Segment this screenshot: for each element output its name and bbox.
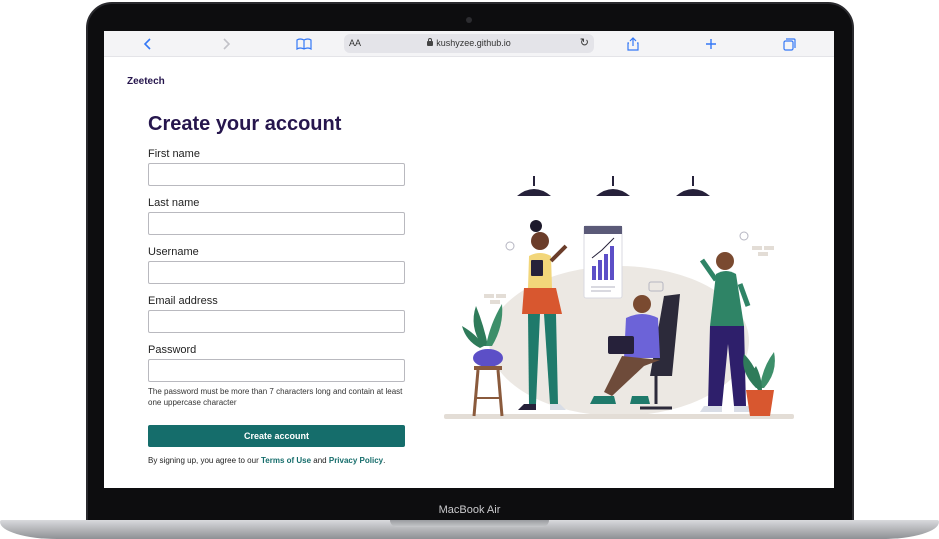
password-hint: The password must be more than 7 charact…: [148, 387, 403, 407]
plant-left-icon: [462, 304, 504, 417]
signup-form: Create your account First name Last name…: [148, 113, 405, 467]
new-tab-plus-icon[interactable]: [702, 35, 720, 53]
browser-toolbar: AA kushyzee.github.io ↻: [104, 31, 834, 57]
brand-logo[interactable]: Zeetech: [127, 76, 165, 87]
chart-card-icon: [583, 225, 623, 299]
password-label: Password: [148, 344, 197, 356]
forward-icon[interactable]: [217, 35, 235, 53]
laptop-frame: MacBook Air AA kushyzee.github.io ↻ Zeet…: [0, 0, 939, 539]
terms-prefix: By signing up, you agree to our: [148, 456, 261, 465]
last-name-input[interactable]: [148, 212, 405, 235]
laptop-notch: [390, 520, 549, 527]
address-bar[interactable]: AA kushyzee.github.io ↻: [344, 34, 594, 53]
create-account-button[interactable]: Create account: [148, 425, 405, 447]
book-icon[interactable]: [295, 35, 313, 53]
back-icon[interactable]: [139, 35, 157, 53]
first-name-label: First name: [148, 148, 200, 160]
camera-icon: [466, 17, 472, 23]
terms-and: and: [311, 456, 329, 465]
first-name-input[interactable]: [148, 163, 405, 186]
email-input[interactable]: [148, 310, 405, 333]
email-label: Email address: [148, 295, 218, 307]
terms-text: By signing up, you agree to our Terms of…: [148, 455, 405, 467]
tabs-icon[interactable]: [780, 35, 798, 53]
reload-icon[interactable]: ↻: [580, 36, 589, 49]
privacy-policy-link[interactable]: Privacy Policy: [329, 456, 383, 465]
page-title: Create your account: [148, 113, 342, 135]
lock-icon: [427, 38, 434, 46]
username-input[interactable]: [148, 261, 405, 284]
password-input[interactable]: [148, 359, 405, 382]
last-name-label: Last name: [148, 197, 200, 209]
share-icon[interactable]: [624, 35, 642, 53]
terms-suffix: .: [383, 456, 386, 465]
ceiling-lamp-icon: [517, 176, 710, 196]
team-illustration: [444, 176, 794, 419]
username-label: Username: [148, 246, 199, 258]
screen: AA kushyzee.github.io ↻ Zeetech Create y…: [104, 31, 834, 488]
url-text: kushyzee.github.io: [436, 38, 511, 48]
model-label: MacBook Air: [438, 504, 501, 516]
url-display: kushyzee.github.io: [344, 38, 594, 48]
terms-of-use-link[interactable]: Terms of Use: [261, 456, 311, 465]
